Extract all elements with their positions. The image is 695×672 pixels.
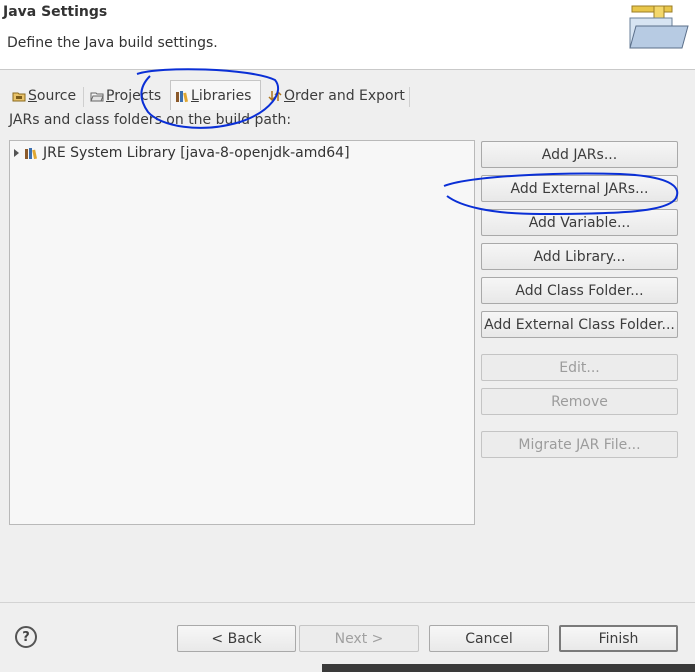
tree-item-label: JRE System Library [java-8-openjdk-amd64… [43, 145, 350, 161]
add-library-button[interactable]: Add Library... [481, 243, 678, 270]
add-variable-button[interactable]: Add Variable... [481, 209, 678, 236]
next-button[interactable]: Next > [299, 625, 419, 652]
wizard-header: Java Settings Define the Java build sett… [0, 0, 695, 70]
footer-divider [0, 602, 695, 603]
edit-button[interactable]: Edit... [481, 354, 678, 381]
tab-source-label: ource [36, 88, 77, 104]
add-jars-button[interactable]: Add JARs... [481, 141, 678, 168]
tab-projects[interactable]: Projects [86, 83, 165, 109]
tab-order-export-mnemonic: O [284, 88, 296, 104]
order-export-icon [268, 90, 282, 102]
tab-projects-label: rojects [114, 88, 162, 104]
back-button[interactable]: < Back [177, 625, 296, 652]
remove-button[interactable]: Remove [481, 388, 678, 415]
tab-libraries-label: ibraries [198, 87, 252, 104]
build-path-tree[interactable]: JRE System Library [java-8-openjdk-amd64… [9, 140, 475, 525]
help-icon[interactable]: ? [15, 626, 37, 648]
finish-button[interactable]: Finish [559, 625, 678, 652]
libraries-icon [176, 90, 188, 102]
screen-edge [322, 664, 695, 672]
expand-arrow-icon[interactable] [14, 149, 19, 157]
page-title: Java Settings [3, 4, 108, 20]
tab-libraries-mnemonic: L [191, 87, 199, 104]
migrate-jar-button[interactable]: Migrate JAR File... [481, 431, 678, 458]
projects-icon [90, 92, 104, 102]
tab-source-mnemonic: S [28, 88, 37, 104]
build-path-label: JARs and class folders on the build path… [9, 112, 292, 128]
tab-projects-mnemonic: P [106, 88, 115, 104]
tree-item[interactable]: JRE System Library [java-8-openjdk-amd64… [11, 143, 350, 163]
tab-bar: Source Projects Libraries Order and Expo… [0, 79, 695, 110]
add-external-jars-button[interactable]: Add External JARs... [481, 175, 678, 202]
tab-order-export[interactable]: Order and Export [264, 83, 409, 109]
library-icon [25, 148, 37, 160]
cancel-button[interactable]: Cancel [429, 625, 549, 652]
tab-separator [83, 87, 84, 107]
folder-wizard-icon [629, 5, 689, 49]
tab-order-export-label: rder and Export [295, 88, 405, 104]
source-folder-icon [12, 92, 26, 102]
tab-source[interactable]: Source [8, 83, 80, 109]
page-description: Define the Java build settings. [7, 35, 218, 51]
add-external-class-folder-button[interactable]: Add External Class Folder... [481, 311, 678, 338]
add-class-folder-button[interactable]: Add Class Folder... [481, 277, 678, 304]
tab-libraries[interactable]: Libraries [170, 80, 261, 110]
tab-separator [409, 87, 410, 107]
